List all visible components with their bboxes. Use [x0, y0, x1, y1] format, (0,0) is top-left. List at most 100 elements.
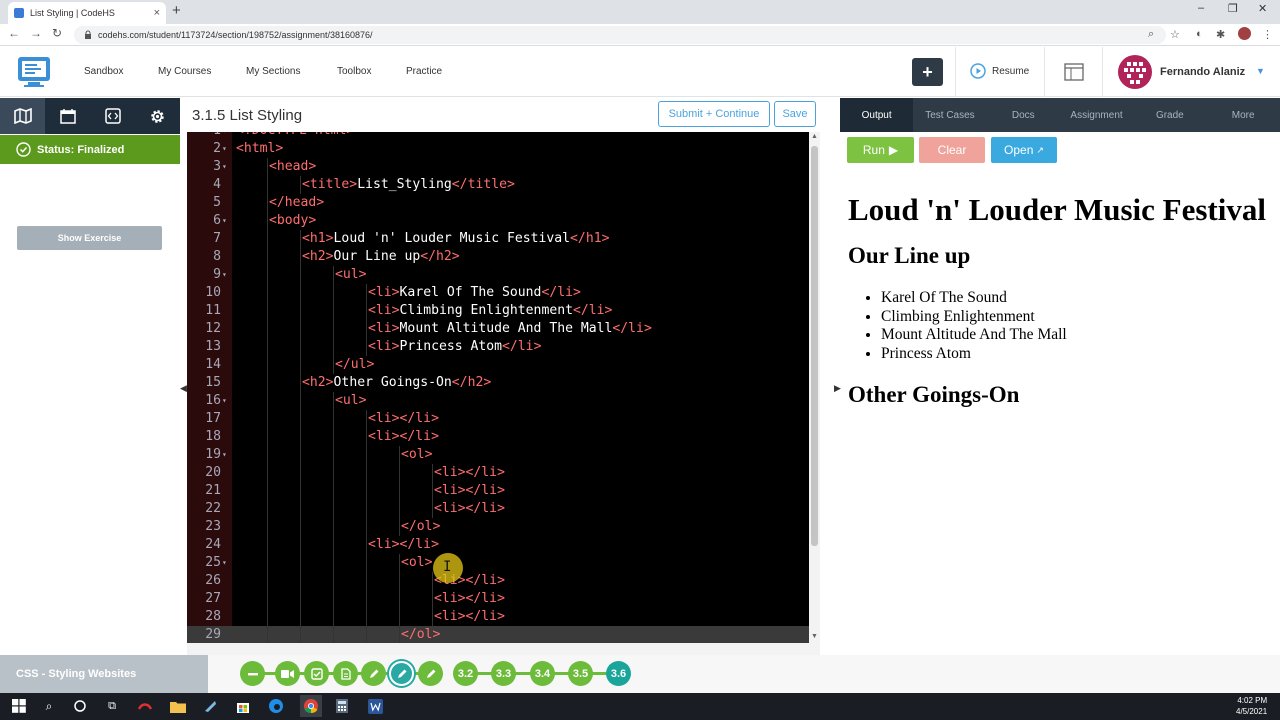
profile-avatar[interactable]: [1238, 27, 1251, 40]
minus-icon[interactable]: [240, 661, 265, 686]
code-line[interactable]: <h2>Our Line up</h2>: [302, 248, 460, 266]
collapse-right-icon[interactable]: ▶: [834, 383, 841, 394]
new-tab-button[interactable]: +: [172, 2, 181, 19]
chevron-down-icon[interactable]: ▼: [1256, 66, 1265, 76]
maximize-button[interactable]: ❐: [1228, 2, 1238, 15]
tab-output[interactable]: Output: [840, 98, 914, 132]
code-line[interactable]: <ul>: [335, 266, 367, 284]
code-line[interactable]: <li></li>: [434, 464, 505, 482]
tab-test-cases[interactable]: Test Cases: [913, 98, 986, 132]
code-line[interactable]: <body>: [269, 212, 316, 230]
code-line[interactable]: <li></li>: [368, 536, 439, 554]
code-line[interactable]: <h1>Loud 'n' Louder Music Festival</h1>: [302, 230, 609, 248]
pencil-icon[interactable]: [361, 661, 386, 686]
taskbar-clock[interactable]: 4:02 PM 4/5/2021: [1236, 695, 1267, 717]
user-name[interactable]: Fernando Alaniz: [1160, 66, 1245, 78]
nav-toolbox[interactable]: Toolbox: [337, 66, 371, 77]
document-icon[interactable]: [333, 661, 358, 686]
code-line[interactable]: <li></li>: [434, 500, 505, 518]
puzzle-icon[interactable]: ✱: [1216, 28, 1225, 41]
code-line[interactable]: <li></li>: [434, 590, 505, 608]
fold-toggle-icon[interactable]: ▾: [222, 158, 227, 176]
forward-icon[interactable]: →: [30, 26, 42, 40]
code-line[interactable]: </ol>: [401, 518, 440, 536]
save-button[interactable]: Save: [774, 101, 816, 127]
pencil-icon[interactable]: [389, 661, 414, 686]
code-line[interactable]: <li></li>: [368, 410, 439, 428]
gear-icon[interactable]: [135, 98, 180, 134]
scroll-down-icon[interactable]: ▼: [811, 633, 818, 640]
nav-sandbox[interactable]: Sandbox: [84, 66, 123, 77]
code-line[interactable]: <li>Princess Atom</li>: [368, 338, 541, 356]
windows-start-icon[interactable]: [10, 697, 28, 715]
code-line[interactable]: <html>: [236, 140, 283, 158]
reload-icon[interactable]: ↻: [52, 26, 62, 40]
task-view-icon[interactable]: ⧉: [103, 697, 121, 715]
section-3-3[interactable]: 3.3: [491, 661, 516, 686]
scroll-up-icon[interactable]: ▲: [811, 133, 818, 140]
section-3-5[interactable]: 3.5: [568, 661, 593, 686]
clear-button[interactable]: Clear: [919, 137, 985, 163]
editor-horizontal-scrollbar[interactable]: [187, 643, 820, 655]
browser-tab[interactable]: List Styling | CodeHS ×: [8, 2, 166, 24]
run-button[interactable]: Run ▶: [847, 137, 914, 163]
tab-more[interactable]: More: [1206, 98, 1279, 132]
user-avatar-icon[interactable]: [1118, 55, 1152, 89]
code-line[interactable]: <li></li>: [368, 428, 439, 446]
codehs-logo-icon[interactable]: [16, 55, 52, 89]
app-icon[interactable]: [136, 697, 154, 715]
code-line[interactable]: <head>: [269, 158, 316, 176]
video-icon[interactable]: [275, 661, 300, 686]
code-line[interactable]: </ul>: [335, 356, 374, 374]
window-layout-icon[interactable]: [1064, 63, 1084, 81]
editor-vertical-scrollbar[interactable]: [809, 132, 820, 643]
section-3-4[interactable]: 3.4: [530, 661, 555, 686]
checkbox-icon[interactable]: [304, 661, 329, 686]
tab-docs[interactable]: Docs: [987, 98, 1060, 132]
nav-practice[interactable]: Practice: [406, 66, 442, 77]
tab-close-icon[interactable]: ×: [154, 7, 160, 19]
code-line[interactable]: </head>: [269, 194, 324, 212]
edge-icon[interactable]: [267, 697, 285, 715]
fold-toggle-icon[interactable]: ▾: [222, 554, 227, 572]
cortana-icon[interactable]: [71, 697, 89, 715]
resume-button[interactable]: Resume: [970, 63, 1029, 79]
bookmark-star-icon[interactable]: ☆: [1170, 28, 1180, 41]
search-icon[interactable]: ⌕: [40, 697, 58, 715]
close-window-button[interactable]: ✕: [1258, 2, 1267, 15]
nav-my-courses[interactable]: My Courses: [158, 66, 211, 77]
submit-continue-button[interactable]: Submit + Continue: [658, 101, 770, 127]
create-plus-button[interactable]: +: [912, 58, 943, 86]
code-line[interactable]: <li>Mount Altitude And The Mall</li>: [368, 320, 652, 338]
store-icon[interactable]: [234, 697, 252, 715]
zoom-icon[interactable]: ⌕: [1148, 28, 1154, 41]
fold-toggle-icon[interactable]: ▾: [222, 140, 227, 158]
map-icon[interactable]: [0, 98, 45, 134]
code-line[interactable]: <h2>Other Goings-On</h2>: [302, 374, 491, 392]
tab-assignment[interactable]: Assignment: [1060, 98, 1133, 132]
menu-icon[interactable]: ⋮: [1262, 28, 1273, 41]
nav-my-sections[interactable]: My Sections: [246, 66, 300, 77]
code-line[interactable]: <li>Climbing Enlightenment</li>: [368, 302, 612, 320]
calculator-icon[interactable]: [333, 697, 351, 715]
code-line[interactable]: <ol>: [401, 554, 433, 572]
app-icon[interactable]: [201, 697, 219, 715]
code-line[interactable]: <li>Karel Of The Sound</li>: [368, 284, 581, 302]
fold-toggle-icon[interactable]: ▾: [222, 446, 227, 464]
url-field[interactable]: codehs.com/student/1173724/section/19875…: [74, 26, 1166, 44]
code-line[interactable]: <title>List_Styling</title>: [302, 176, 515, 194]
extension-icon[interactable]: ◐: [1196, 28, 1203, 40]
code-line[interactable]: </ol>: [401, 626, 440, 643]
tab-grade[interactable]: Grade: [1133, 98, 1206, 132]
fold-toggle-icon[interactable]: ▾: [222, 212, 227, 230]
code-line[interactable]: <ol>: [401, 446, 433, 464]
code-line[interactable]: <li></li>: [434, 482, 505, 500]
code-line[interactable]: <ul>: [335, 392, 367, 410]
pencil-icon[interactable]: [418, 661, 443, 686]
file-explorer-icon[interactable]: [169, 697, 187, 715]
minimize-button[interactable]: –: [1198, 2, 1204, 14]
code-file-icon[interactable]: [90, 98, 135, 134]
course-name[interactable]: CSS - Styling Websites: [0, 655, 208, 693]
open-button[interactable]: Open ↗: [991, 137, 1057, 163]
section-3-6[interactable]: 3.6: [606, 661, 631, 686]
